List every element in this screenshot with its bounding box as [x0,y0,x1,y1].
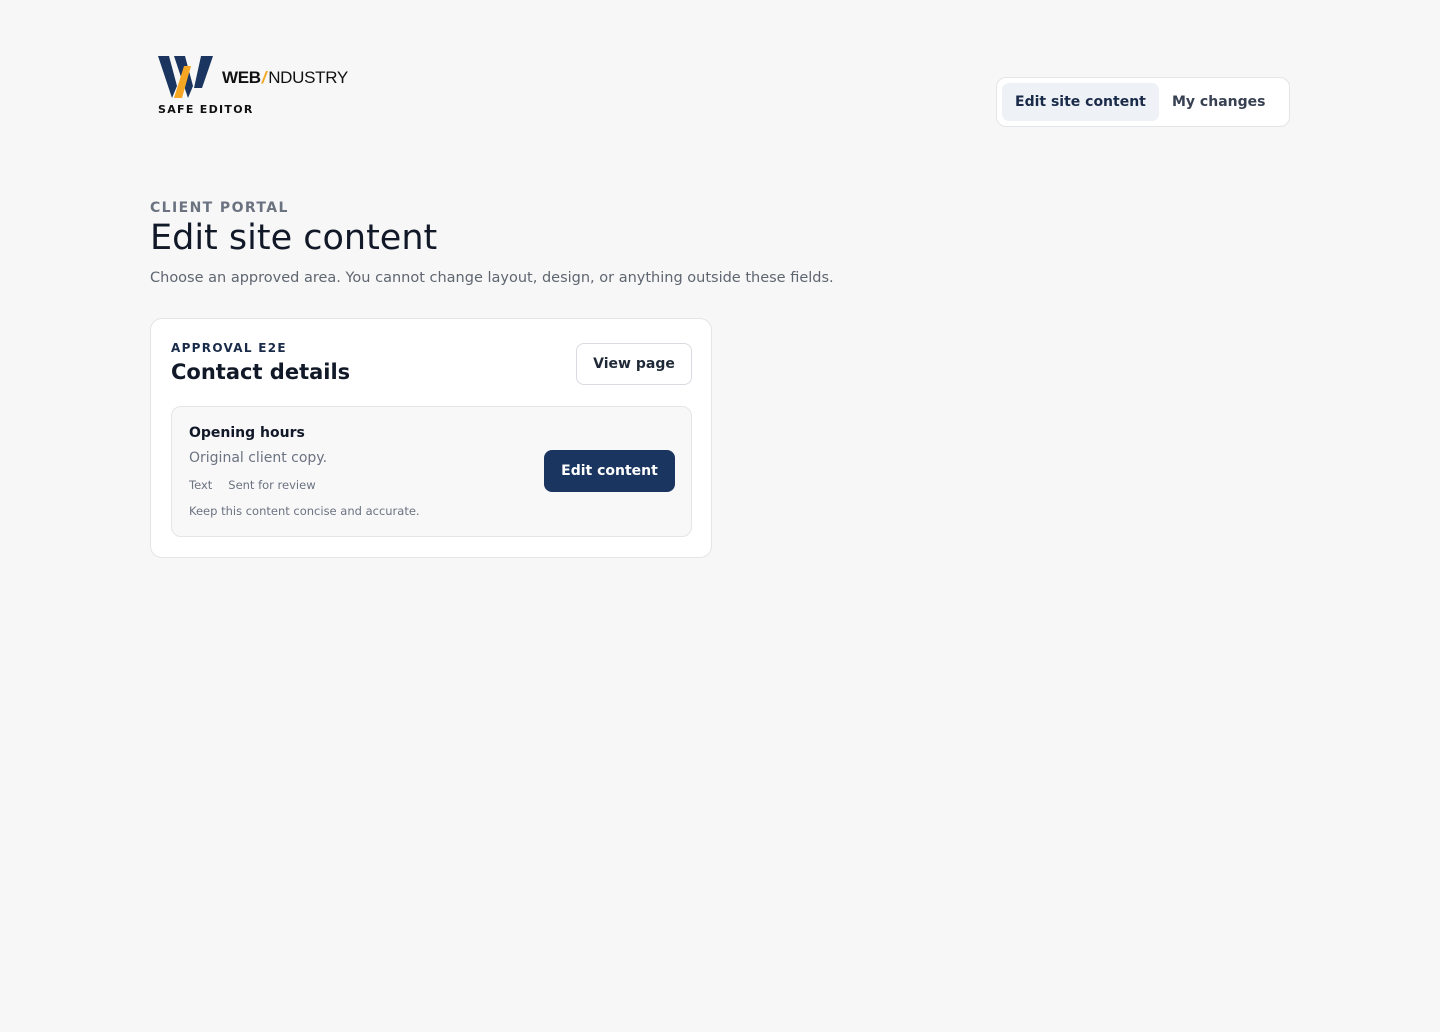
area-title: Contact details [171,360,351,384]
top-navigation: Edit site content My changes [996,77,1290,127]
field-value: Original client copy. [189,450,328,466]
view-page-button[interactable]: View page [576,343,692,385]
brand-logo[interactable]: WEB/NDUSTRY SAFE EDITOR [158,56,358,118]
brand-wordmark: WEB/NDUSTRY [222,68,348,87]
field-hint: Keep this content concise and accurate. [189,504,420,518]
tab-my-changes[interactable]: My changes [1159,83,1278,121]
area-card: APPROVAL E2E Contact details View page O… [150,318,712,558]
field-type: Text [189,478,213,492]
field-status: Sent for review [228,478,316,492]
webindustry-logo-icon [158,56,213,98]
field-meta: Text Sent for review [189,478,316,492]
area-eyebrow: APPROVAL E2E [171,341,287,355]
page-eyebrow: CLIENT PORTAL [150,200,289,216]
page: WEB/NDUSTRY SAFE EDITOR Edit site conten… [0,0,1440,1032]
page-subtitle: Choose an approved area. You cannot chan… [150,270,834,286]
field-name: Opening hours [189,425,305,441]
field-item: Opening hours Original client copy. Text… [171,406,692,537]
edit-content-button[interactable]: Edit content [544,450,675,492]
brand-subtitle: SAFE EDITOR [158,103,254,116]
tab-edit-site-content[interactable]: Edit site content [1002,83,1159,121]
page-title: Edit site content [150,218,438,258]
